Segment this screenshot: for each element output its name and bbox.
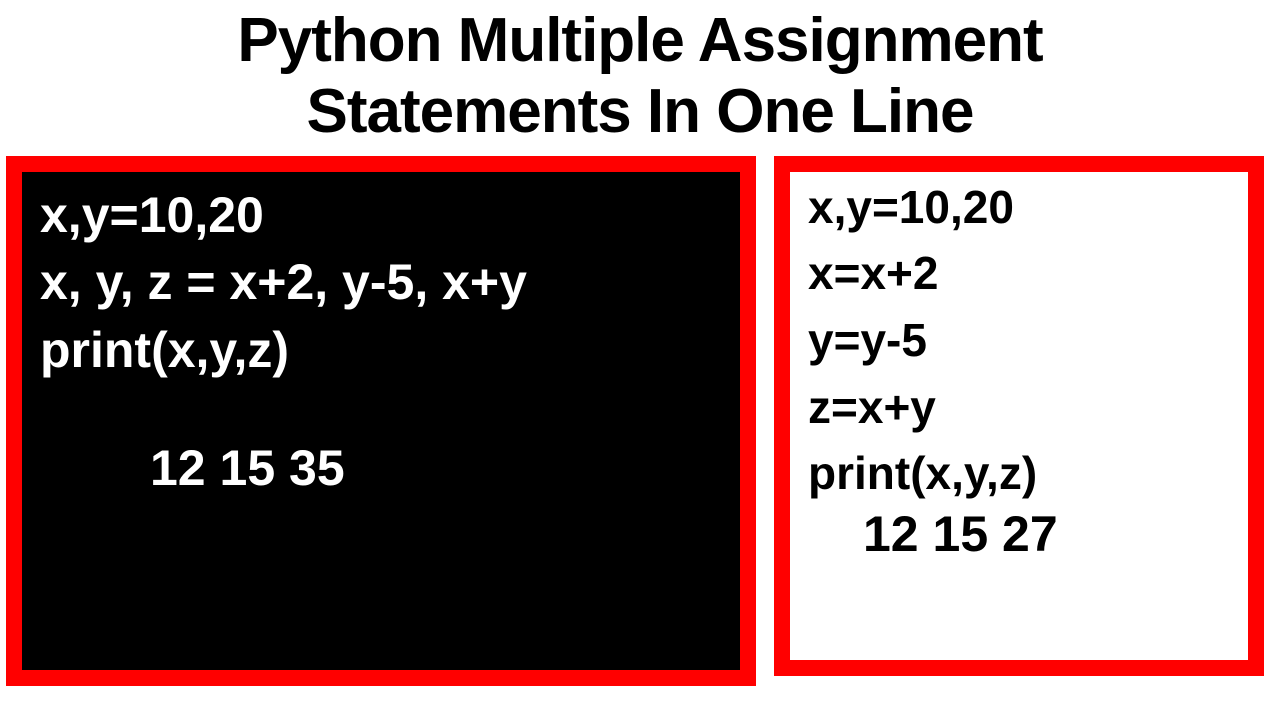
code-line: z=x+y (808, 374, 1230, 441)
code-line: print(x,y,z) (808, 440, 1230, 507)
code-line: x,y=10,20 (808, 174, 1230, 241)
title-line-2: Statements In One Line (0, 76, 1280, 147)
code-line: x, y, z = x+2, y-5, x+y (40, 249, 722, 317)
code-output: 12 15 27 (863, 507, 1230, 562)
code-line: print(x,y,z) (40, 317, 722, 385)
code-output: 12 15 35 (150, 439, 722, 497)
title-line-1: Python Multiple Assignment (0, 5, 1280, 76)
code-box-right: x,y=10,20 x=x+2 y=y-5 z=x+y print(x,y,z)… (774, 156, 1264, 676)
code-box-left: x,y=10,20 x, y, z = x+2, y-5, x+y print(… (6, 156, 756, 686)
slide-title: Python Multiple Assignment Statements In… (0, 0, 1280, 148)
code-line: x,y=10,20 (40, 182, 722, 250)
code-line: y=y-5 (808, 307, 1230, 374)
code-line: x=x+2 (808, 240, 1230, 307)
code-boxes-container: x,y=10,20 x, y, z = x+2, y-5, x+y print(… (0, 148, 1280, 686)
